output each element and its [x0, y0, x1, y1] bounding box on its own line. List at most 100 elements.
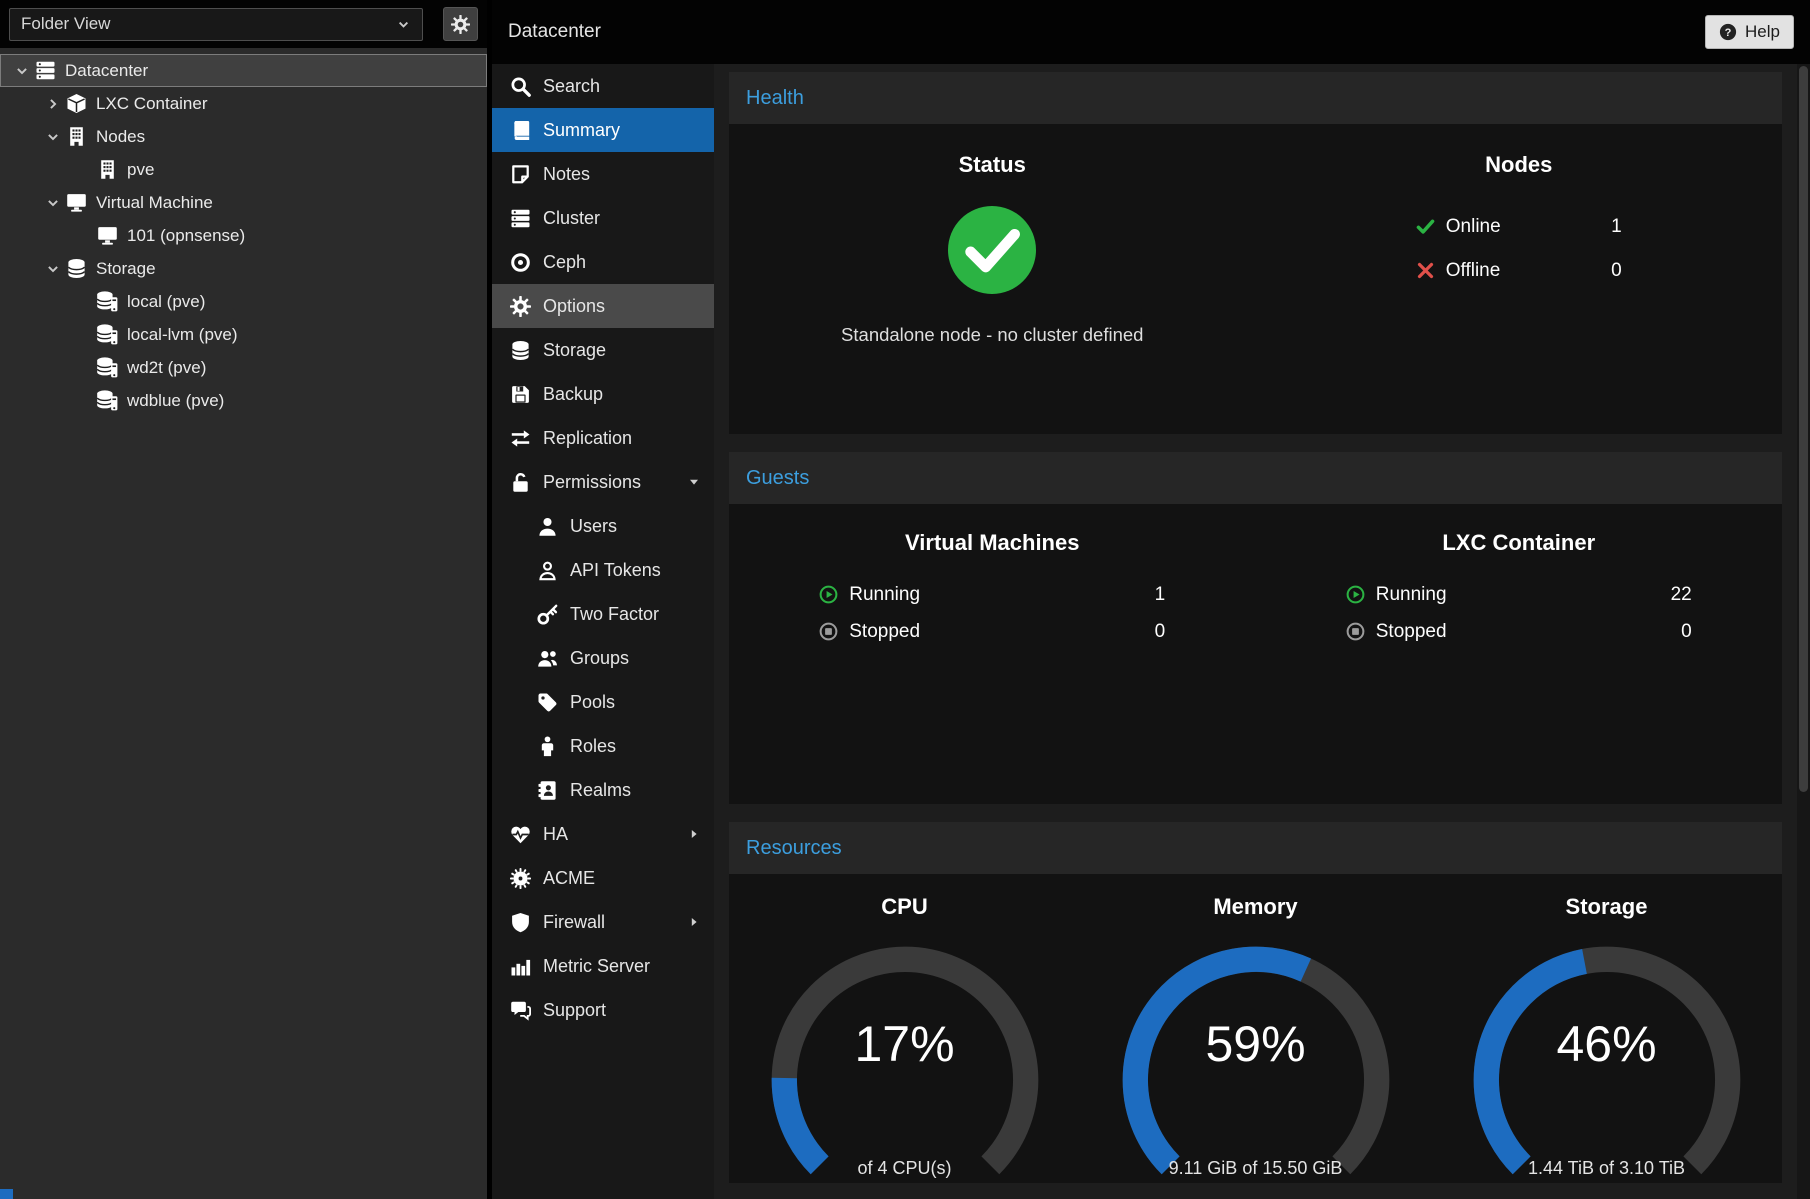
- tree-settings-button[interactable]: [443, 7, 478, 41]
- collapse-caret-icon[interactable]: [10, 62, 33, 79]
- menu-item-users[interactable]: Users: [492, 504, 714, 548]
- caret-spacer: [72, 293, 95, 310]
- menu-item-replication[interactable]: Replication: [492, 416, 714, 460]
- menu-item-ha[interactable]: HA: [492, 812, 714, 856]
- expand-caret-icon[interactable]: [41, 95, 64, 112]
- menu-item-permissions[interactable]: Permissions: [492, 460, 714, 504]
- menu-item-search[interactable]: Search: [492, 64, 714, 108]
- status-heading: Status: [959, 152, 1026, 178]
- menu-item-summary[interactable]: Summary: [492, 108, 714, 152]
- menu-item-groups[interactable]: Groups: [492, 636, 714, 680]
- tree-item-wd2t-pve[interactable]: wd2t (pve): [0, 351, 487, 384]
- gauge-storage: Storage46%1.44 TiB of 3.10 TiB: [1431, 894, 1782, 1183]
- tree-item-pve[interactable]: pve: [0, 153, 487, 186]
- tree-item-local-pve[interactable]: local (pve): [0, 285, 487, 318]
- menu-item-label: Summary: [543, 120, 620, 141]
- menu-item-label: Users: [570, 516, 617, 537]
- lxc-running-row: Running 22: [1346, 580, 1692, 609]
- question-circle-icon: ?: [1719, 23, 1737, 41]
- user-icon: [537, 516, 558, 537]
- online-label: Online: [1446, 216, 1501, 238]
- online-count: 1: [1611, 216, 1622, 238]
- play-circle-icon: [1346, 585, 1365, 604]
- menu-item-firewall[interactable]: Firewall: [492, 900, 714, 944]
- play-circle-icon: [819, 585, 838, 604]
- database-icon: [66, 258, 87, 279]
- menu-item-realms[interactable]: Realms: [492, 768, 714, 812]
- nodes-status-column: Nodes Online 1 Offline 0: [1256, 152, 1783, 434]
- tree-item-label: local-lvm (pve): [127, 325, 238, 345]
- menu-item-metric-server[interactable]: Metric Server: [492, 944, 714, 988]
- collapse-caret-icon[interactable]: [41, 260, 64, 277]
- gauge-title: Memory: [1213, 894, 1297, 920]
- menu-item-support[interactable]: Support: [492, 988, 714, 1032]
- tree-item-label: Virtual Machine: [96, 193, 213, 213]
- lxc-stopped-label: Stopped: [1376, 621, 1447, 643]
- expand-right-icon: [687, 827, 701, 841]
- main-region: Datacenter ? Help Search Summary NotesClus…: [492, 0, 1810, 1199]
- desktop-icon: [97, 225, 118, 246]
- comments-icon: [510, 1000, 531, 1021]
- menu-item-roles[interactable]: Roles: [492, 724, 714, 768]
- menu-item-pools[interactable]: Pools: [492, 680, 714, 724]
- tree-item-nodes[interactable]: Nodes: [0, 120, 487, 153]
- view-mode-select[interactable]: Folder View: [9, 8, 423, 41]
- collapse-caret-icon[interactable]: [41, 128, 64, 145]
- tree-item-wdblue-pve[interactable]: wdblue (pve): [0, 384, 487, 417]
- health-panel-title: Health: [746, 87, 804, 110]
- gauge-title: CPU: [881, 894, 927, 920]
- ceph-icon: [510, 252, 531, 273]
- gauge-cpu: CPU 17%of 4 CPU(s): [729, 894, 1080, 1183]
- tree-item-lxc-container[interactable]: LXC Container: [0, 87, 487, 120]
- caret-spacer: [72, 392, 95, 409]
- search-icon: [510, 76, 531, 97]
- users-icon: [537, 648, 558, 669]
- menu-item-api-tokens[interactable]: API Tokens: [492, 548, 714, 592]
- menu-item-options[interactable]: Options: [492, 284, 714, 328]
- menu-item-label: Permissions: [543, 472, 641, 493]
- collapse-caret-icon[interactable]: [41, 194, 64, 211]
- scrollbar-thumb[interactable]: [1799, 66, 1808, 792]
- menu-item-cluster[interactable]: Cluster: [492, 196, 714, 240]
- vm-running-label: Running: [849, 584, 920, 606]
- key-icon: [537, 604, 558, 625]
- gauge-caption: 9.11 GiB of 15.50 GiB: [1110, 1158, 1402, 1179]
- bar-chart-icon: [510, 956, 531, 977]
- tree-item-local-lvm-pve[interactable]: local-lvm (pve): [0, 318, 487, 351]
- vm-stopped-row: Stopped 0: [819, 617, 1165, 646]
- menu-item-backup[interactable]: Backup: [492, 372, 714, 416]
- vm-heading: Virtual Machines: [905, 530, 1079, 556]
- nodes-online-row: Online 1: [1416, 212, 1622, 241]
- vm-running-count: 1: [1155, 584, 1166, 606]
- tree-item-label: wd2t (pve): [127, 358, 206, 378]
- status-message: Standalone node - no cluster defined: [841, 324, 1143, 346]
- content-scrollbar[interactable]: [1797, 64, 1810, 1199]
- heartbeat-icon: [510, 824, 531, 845]
- tree-item-virtual-machine[interactable]: Virtual Machine: [0, 186, 487, 219]
- building-icon: [97, 159, 118, 180]
- tree-item-datacenter[interactable]: Datacenter: [0, 54, 487, 87]
- page-title: Datacenter: [508, 21, 601, 43]
- menu-item-label: API Tokens: [570, 560, 661, 581]
- tree-item-101-opnsense[interactable]: 101 (opnsense): [0, 219, 487, 252]
- tree-item-storage[interactable]: Storage: [0, 252, 487, 285]
- lxc-heading: LXC Container: [1442, 530, 1595, 556]
- menu-item-storage[interactable]: Storage: [492, 328, 714, 372]
- help-button[interactable]: ? Help: [1705, 15, 1794, 49]
- caret-spacer: [72, 359, 95, 376]
- vm-rows: Running 1 Stopped 0: [819, 580, 1165, 646]
- address-book-icon: [537, 780, 558, 801]
- menu-item-two-factor[interactable]: Two Factor: [492, 592, 714, 636]
- cube-icon: [66, 93, 87, 114]
- menu-item-label: Options: [543, 296, 605, 317]
- note-icon: [510, 164, 531, 185]
- database-icon: [510, 340, 531, 361]
- menu-item-notes[interactable]: Notes: [492, 152, 714, 196]
- menu-item-label: Support: [543, 1000, 606, 1021]
- proxmox-datacenter-app: Folder View DatacenterLXC ContainerNodes…: [0, 0, 1810, 1199]
- resources-panel: Resources CPU17%of 4 CPU(s)Memory59%9.11…: [729, 822, 1782, 1183]
- menu-item-acme[interactable]: ACME: [492, 856, 714, 900]
- menu-item-ceph[interactable]: Ceph: [492, 240, 714, 284]
- gauge-dial: 17%of 4 CPU(s): [759, 934, 1051, 1183]
- content-topbar: Datacenter ? Help: [492, 0, 1810, 64]
